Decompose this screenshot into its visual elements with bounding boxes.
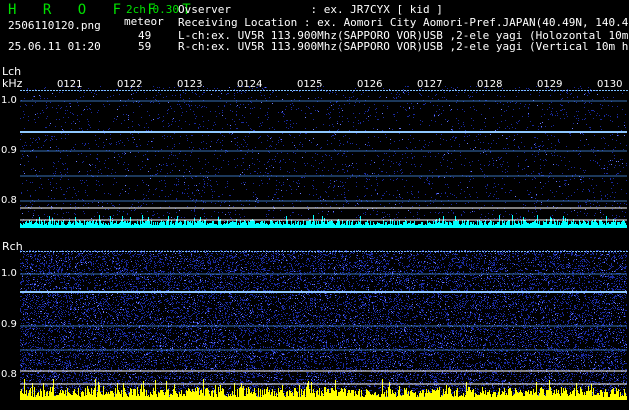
lch-noise-bright: [20, 86, 625, 222]
rch-noise: [20, 250, 627, 400]
spectrogram-svg: [20, 86, 628, 400]
lch-noise: [20, 86, 627, 222]
lch-spectrogram: [20, 86, 628, 228]
rch-top-marker-row: [20, 251, 628, 252]
lch-activity: [20, 215, 627, 228]
hroft-window: H R O F F T 2ch 0.30 2506110120.png mete…: [0, 0, 629, 410]
lch-top-marker-row: [20, 90, 628, 91]
rch-spectrogram: [20, 250, 628, 400]
